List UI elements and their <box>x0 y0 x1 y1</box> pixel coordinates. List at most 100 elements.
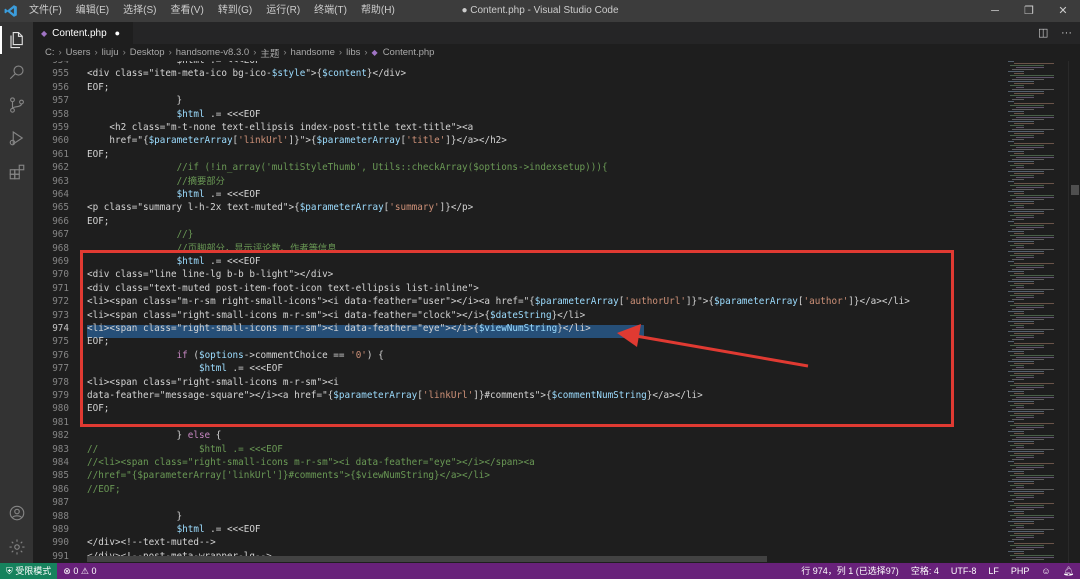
minimap-line <box>1010 115 1054 116</box>
breadcrumb-item[interactable]: handsome-v8.3.0 <box>176 47 249 58</box>
menu-view[interactable]: 查看(V) <box>163 0 210 22</box>
indentation[interactable]: 空格: 4 <box>905 563 945 579</box>
code-line[interactable]: 980 EOF; <box>33 402 1005 415</box>
menu-terminal[interactable]: 终端(T) <box>307 0 354 22</box>
minimap-line <box>1012 109 1034 110</box>
minimap-line <box>1012 389 1034 390</box>
minimap-line <box>1010 125 1024 126</box>
code-line[interactable]: 985 //href="{$parameterArray['linkUrl']}#… <box>33 469 1005 482</box>
minimap[interactable] <box>1005 61 1067 563</box>
code-text: //EOF; <box>87 483 121 495</box>
code-line[interactable]: 958 $html .= <<<EOF <box>33 108 1005 121</box>
horizontal-scrollbar[interactable] <box>87 556 767 562</box>
breadcrumb-item[interactable]: 主题 <box>260 46 279 60</box>
code-line[interactable]: 961 EOF; <box>33 148 1005 161</box>
code-line[interactable]: 990 </div><!--text-muted--> <box>33 536 1005 549</box>
code-line[interactable]: 965 <p class="summary l-h-2x text-muted">… <box>33 201 1005 214</box>
breadcrumb-item[interactable]: liuju <box>102 47 119 58</box>
encoding[interactable]: UTF-8 <box>945 563 983 579</box>
code-line[interactable]: 973 <li><span class="right-small-icons m-… <box>33 309 1005 322</box>
menu-edit[interactable]: 编辑(E) <box>69 0 116 22</box>
explorer-icon[interactable] <box>0 24 33 56</box>
breadcrumb-item[interactable]: libs <box>346 47 360 58</box>
extensions-icon[interactable] <box>0 156 33 188</box>
code-line[interactable]: 974 <li><span class="right-small-icons m-… <box>33 322 1005 335</box>
minimap-line <box>1012 509 1034 510</box>
code-line[interactable]: 989 $html .= <<<EOF <box>33 523 1005 536</box>
restricted-mode-badge[interactable]: ⛨ 受限模式 <box>0 563 58 579</box>
breadcrumb-item[interactable]: Users <box>66 47 91 58</box>
minimap-line <box>1008 371 1044 372</box>
run-debug-icon[interactable] <box>0 122 33 154</box>
code-line[interactable]: 984 //<li><span class="right-small-icons … <box>33 456 1005 469</box>
menu-file[interactable]: 文件(F) <box>22 0 69 22</box>
close-icon[interactable]: ✕ <box>1046 0 1080 22</box>
account-icon[interactable] <box>0 497 33 529</box>
code-line[interactable]: 971 <div class="text-muted post-item-foot… <box>33 282 1005 295</box>
warning-count: 0 <box>91 566 97 576</box>
code-line[interactable]: 977 $html .= <<<EOF <box>33 362 1005 375</box>
code-line[interactable]: 960 href="{$parameterArray['linkUrl']}">… <box>33 134 1005 147</box>
minimap-line <box>1010 435 1054 436</box>
code-line[interactable]: 964 $html .= <<<EOF <box>33 188 1005 201</box>
code-line[interactable]: 955 <div class="item-meta-ico bg-ico-$sty… <box>33 67 1005 80</box>
code-line[interactable]: 956 EOF; <box>33 81 1005 94</box>
more-actions-icon[interactable]: ··· <box>1061 22 1072 44</box>
code-line[interactable]: 978 <li><span class="right-small-icons m-… <box>33 376 1005 389</box>
unsaved-dot-icon[interactable]: ● <box>115 28 120 38</box>
minimap-line <box>1008 241 1034 242</box>
minimap-line <box>1016 187 1044 188</box>
minimap-line <box>1008 441 1034 442</box>
code-line[interactable]: 981 <box>33 416 1005 429</box>
menu-selection[interactable]: 选择(S) <box>116 0 163 22</box>
code-line[interactable]: 986 //EOF; <box>33 483 1005 496</box>
code-line[interactable]: 970 <div class="line line-lg b-b b-light"… <box>33 268 1005 281</box>
menu-help[interactable]: 帮助(H) <box>354 0 402 22</box>
breadcrumb-item[interactable]: C: <box>45 47 55 58</box>
minimap-line <box>1012 399 1044 400</box>
code-line[interactable]: 987 <box>33 496 1005 509</box>
restore-icon[interactable]: ❐ <box>1012 0 1046 22</box>
notifications-bell-icon[interactable]: 🔔︎ <box>1057 563 1080 579</box>
breadcrumb-item[interactable]: Desktop <box>130 47 165 58</box>
code-line[interactable]: 975 EOF; <box>33 335 1005 348</box>
language-mode[interactable]: PHP <box>1005 563 1036 579</box>
code-line[interactable]: 966 EOF; <box>33 215 1005 228</box>
breadcrumb-item[interactable]: handsome <box>291 47 335 58</box>
tab-content-php[interactable]: ◆ Content.php ● <box>33 22 133 44</box>
feedback-icon[interactable]: ☺ <box>1035 563 1056 579</box>
minimize-icon[interactable]: ─ <box>978 0 1012 22</box>
scrollbar-thumb[interactable] <box>1071 185 1079 195</box>
minimap-line <box>1016 317 1054 318</box>
code-line[interactable]: 959 <h2 class="m-t-none text-ellipsis in… <box>33 121 1005 134</box>
problems-indicator[interactable]: ⊗ 0 ⚠ 0 <box>57 563 102 579</box>
code-line[interactable]: 968 //页脚部分，显示评论数、作者等信息 <box>33 242 1005 255</box>
search-icon[interactable] <box>0 56 33 88</box>
menu-go[interactable]: 转到(G) <box>211 0 259 22</box>
breadcrumb-item[interactable]: Content.php <box>383 47 435 58</box>
minimap-line <box>1008 361 1034 362</box>
vertical-scrollbar[interactable] <box>1068 61 1080 563</box>
code-line[interactable]: 963 //摘要部分 <box>33 175 1005 188</box>
end-of-line[interactable]: LF <box>982 563 1005 579</box>
code-line[interactable]: 983 // $html .= <<<EOF <box>33 443 1005 456</box>
source-control-icon[interactable] <box>0 89 33 121</box>
code-editor[interactable]: 954 $html .= <<<EOF955<div class="item-m… <box>33 61 1005 563</box>
code-line[interactable]: 969 $html .= <<<EOF <box>33 255 1005 268</box>
code-line[interactable]: 982 } else { <box>33 429 1005 442</box>
code-line[interactable]: 976 if ($options->commentChoice == '0') … <box>33 349 1005 362</box>
code-line[interactable]: 972 <li><span class="m-r-sm right-small-i… <box>33 295 1005 308</box>
code-line[interactable]: 988 } <box>33 510 1005 523</box>
menu-run[interactable]: 运行(R) <box>259 0 307 22</box>
minimap-line <box>1014 133 1044 134</box>
split-editor-icon[interactable]: ◫ <box>1038 22 1048 44</box>
code-line[interactable]: 967 //} <box>33 228 1005 241</box>
cursor-position[interactable]: 行 974，列 1 (已选择97) <box>795 563 905 579</box>
code-line[interactable]: 979 data-feather="message-square"></i><a … <box>33 389 1005 402</box>
line-number: 965 <box>52 202 69 214</box>
code-line[interactable]: 962 //if (!in_array('multiStyleThumb', U… <box>33 161 1005 174</box>
line-number: 978 <box>52 376 69 388</box>
settings-gear-icon[interactable] <box>0 531 33 563</box>
code-line[interactable]: 957 } <box>33 94 1005 107</box>
code-text: href="{$parameterArray['linkUrl']}">{$pa… <box>87 135 507 147</box>
